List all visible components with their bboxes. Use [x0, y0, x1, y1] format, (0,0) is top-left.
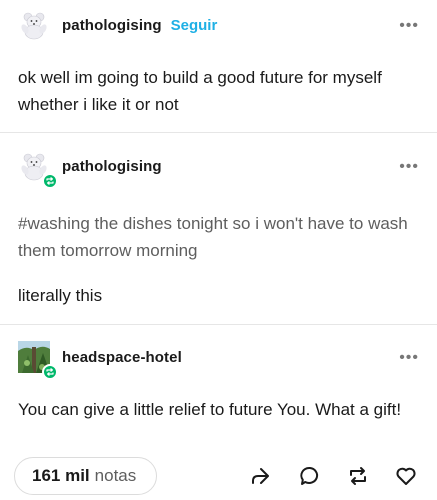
more-options-icon[interactable]: •••: [399, 349, 419, 367]
post-comment-text: literally this: [18, 286, 103, 305]
post-body-text: ok well im going to build a good future …: [18, 68, 382, 114]
post-username[interactable]: pathologising: [62, 17, 162, 34]
post-header-1: pathologising Seguir: [18, 9, 217, 41]
heart-icon[interactable]: [394, 464, 418, 488]
bear-avatar-icon: [18, 9, 50, 41]
reblog-badge-icon: [42, 364, 58, 380]
avatar[interactable]: [18, 9, 50, 41]
notes-count: 161 mil: [32, 466, 90, 485]
reply-icon[interactable]: [298, 464, 322, 488]
more-options-icon[interactable]: •••: [399, 158, 419, 176]
avatar[interactable]: [18, 150, 58, 189]
post-tags-text: #washing the dishes tonight so i won't h…: [18, 214, 408, 260]
reblog-header-2: headspace-hotel: [18, 341, 182, 380]
more-options-icon[interactable]: •••: [399, 17, 419, 35]
post-actions: [248, 463, 272, 489]
reblog-header-1: pathologising: [18, 150, 162, 189]
notes-button[interactable]: 161 mil notas: [14, 457, 157, 495]
share-icon[interactable]: [248, 464, 272, 488]
follow-button[interactable]: Seguir: [171, 17, 218, 34]
post-username[interactable]: headspace-hotel: [62, 349, 182, 366]
avatar[interactable]: [18, 341, 58, 380]
divider: [0, 324, 437, 325]
post-actions: [394, 463, 418, 489]
post-username[interactable]: pathologising: [62, 158, 162, 175]
post-body-text: You can give a little relief to future Y…: [18, 400, 402, 419]
divider: [0, 132, 437, 133]
post-actions: [298, 463, 322, 489]
reblog-icon[interactable]: [346, 464, 370, 488]
notes-label: notas: [94, 466, 137, 485]
reblog-badge-icon: [42, 173, 58, 189]
post-actions: [346, 463, 370, 489]
